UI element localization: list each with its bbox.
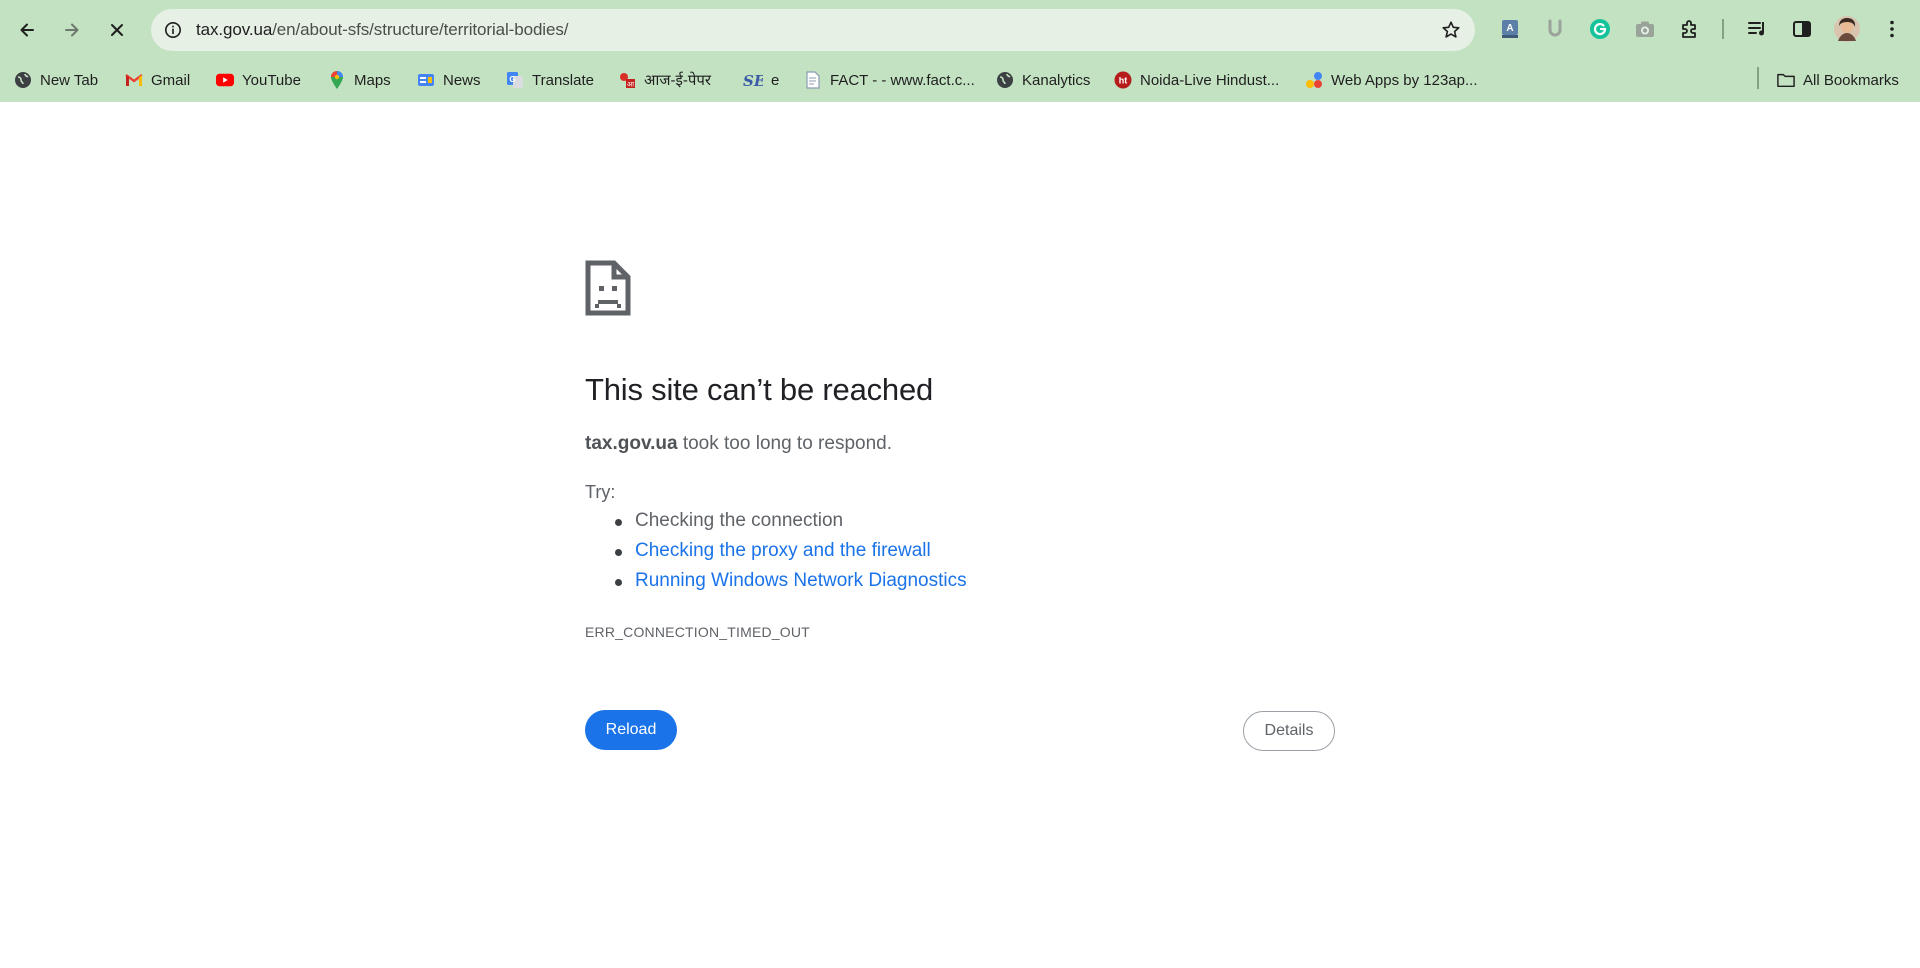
error-description-text: took too long to respond. [677,433,892,454]
translate-extension-icon: A [1502,20,1518,38]
aaj-icon: आ [618,71,636,89]
back-button[interactable] [9,12,45,48]
bookmark-label: आज-ई-पेपर [644,72,711,89]
forward-arrow-icon [65,23,79,37]
extensions-button[interactable] [1675,14,1705,44]
suggestion-network-diagnostics-link[interactable]: Running Windows Network Diagnostics [585,570,967,600]
camera-icon [1636,21,1654,37]
bookmark-web-apps[interactable]: Web Apps by 123ap... [1305,66,1478,94]
url-text[interactable]: tax.gov.ua/en/about-sfs/structure/territ… [196,20,568,40]
bookmark-kanalytics[interactable]: Kanalytics [996,66,1090,94]
browser-chrome: tax.gov.ua/en/about-sfs/structure/territ… [0,0,1920,102]
apps-icon [1305,71,1323,89]
error-description: tax.gov.ua took too long to respond. [585,433,892,455]
bookmark-label: Noida-Live Hindust... [1140,71,1280,89]
gmail-icon [125,71,143,89]
error-code: ERR_CONNECTION_TIMED_OUT [585,624,810,640]
bookmark-se[interactable]: SE e [743,66,779,94]
try-label: Try: [585,482,616,502]
u-extension-button[interactable] [1540,14,1570,44]
url-path: /en/about-sfs/structure/territorial-bodi… [272,20,569,39]
details-button[interactable]: Details [1243,711,1335,751]
bookmark-label: e [771,71,780,89]
folder-icon [1777,71,1795,89]
toolbar-divider [1722,19,1724,39]
forward-button[interactable] [54,12,90,48]
sad-page-icon [585,260,631,316]
grammarly-button[interactable] [1585,14,1615,44]
ht-icon: ht [1114,71,1132,89]
reading-list-button[interactable] [1742,14,1772,44]
bookmarks-bar: New Tab Gmail YouTube Maps News G Transl… [0,59,1920,102]
bookmark-label: News [443,71,481,89]
bookmark-new-tab[interactable]: New Tab [14,66,98,94]
address-bar[interactable]: tax.gov.ua/en/about-sfs/structure/territ… [151,9,1475,51]
close-icon [111,24,123,36]
u-extension-icon [1548,19,1562,37]
svg-text:G: G [509,75,515,84]
profile-button[interactable] [1832,14,1862,44]
reading-list-icon [1748,22,1764,36]
bookmark-star-button[interactable] [1439,18,1463,42]
globe-icon [14,71,32,89]
url-domain: tax.gov.ua [196,20,273,39]
star-icon [1442,21,1460,38]
all-bookmarks-button[interactable]: All Bookmarks [1777,66,1899,94]
document-icon [804,71,822,89]
bookmark-label: Maps [354,71,391,89]
svg-text:ht: ht [1119,76,1128,86]
suggestion-check-proxy-link[interactable]: Checking the proxy and the firewall [585,540,967,570]
bookmark-label: Kanalytics [1022,71,1091,89]
youtube-icon [216,71,234,89]
bookmark-label: YouTube [242,71,301,89]
reload-button[interactable]: Reload [585,710,677,750]
suggestions-list: Checking the connection Checking the pro… [585,510,967,600]
bookmark-news[interactable]: News [417,66,481,94]
svg-text:आ: आ [627,81,635,89]
globe-icon [996,71,1014,89]
news-icon [417,71,435,89]
side-panel-icon [1793,21,1811,37]
puzzle-extensions-icon [1682,20,1696,38]
bookmark-label: FACT - - www.fact.c... [830,71,975,89]
bookmark-noida-live[interactable]: ht Noida-Live Hindust... [1114,66,1279,94]
bookmark-gmail[interactable]: Gmail [125,66,190,94]
profile-avatar [1834,16,1860,42]
site-info-icon[interactable] [161,18,185,42]
more-menu-button[interactable] [1877,14,1907,44]
bookmark-fact[interactable]: FACT - - www.fact.c... [804,66,975,94]
bookmark-youtube[interactable]: YouTube [216,66,301,94]
camera-extension-button[interactable] [1630,14,1660,44]
error-title: This site can’t be reached [585,372,934,407]
maps-pin-icon [328,71,346,89]
bookmark-label: Web Apps by 123ap... [1331,71,1478,89]
stop-loading-button[interactable] [99,12,135,48]
side-panel-button[interactable] [1787,14,1817,44]
error-host: tax.gov.ua [585,433,678,454]
svg-text:SE: SE [743,72,763,89]
suggestion-check-connection: Checking the connection [585,510,967,540]
bookmarks-divider [1757,67,1759,89]
svg-text:A: A [1506,23,1513,34]
grammarly-icon [1590,19,1610,39]
browser-toolbar: tax.gov.ua/en/about-sfs/structure/territ… [0,0,1920,59]
translate-extension-button[interactable]: A [1495,14,1525,44]
bookmark-label: Translate [532,71,594,89]
all-bookmarks-label: All Bookmarks [1803,71,1899,89]
se-icon: SE [743,71,763,89]
bookmark-aaj[interactable]: आ आज-ई-पेपर [618,66,711,94]
bookmark-label: Gmail [151,71,191,89]
bookmark-label: New Tab [40,71,99,89]
back-arrow-icon [20,23,34,37]
translate-icon: G [506,71,524,89]
bookmark-maps[interactable]: Maps [328,66,391,94]
bookmark-translate[interactable]: G Translate [506,66,594,94]
more-menu-icon [1890,20,1894,38]
